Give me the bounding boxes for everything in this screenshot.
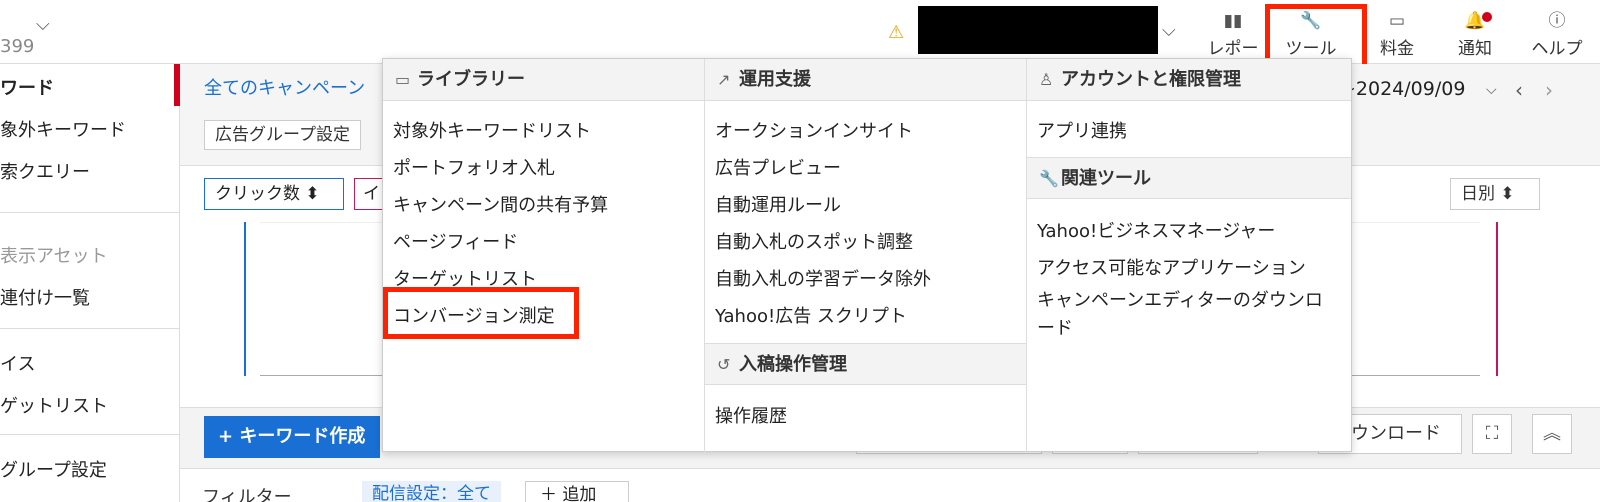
sidebar-item-devices[interactable]: イス (0, 350, 35, 376)
menu-bid-learning-exclusion[interactable]: 自動入札の学習データ除外 (715, 265, 931, 291)
redacted-user-name (918, 6, 1158, 54)
menu-operation-history[interactable]: 操作履歴 (715, 402, 787, 428)
related-tools-section-header: 🔧 関連ツール (1027, 157, 1351, 199)
metric-select-clicks[interactable]: クリック数 ⬍ (204, 178, 344, 210)
sidebar: ワード 象外キーワード 索クエリー 表示アセット 連付け一覧 イス ゲットリスト… (0, 64, 180, 502)
menu-negative-keyword-list[interactable]: 対象外キーワードリスト (393, 117, 591, 143)
menu-campaign-editor-download[interactable]: キャンペーンエディターのダウンロード (1037, 287, 1337, 343)
menu-yahoo-ads-script[interactable]: Yahoo!広告 スクリプト (715, 302, 907, 328)
menu-accessible-applications[interactable]: アクセス可能なアプリケーション (1037, 254, 1306, 280)
menu-bid-spot-adjustment[interactable]: 自動入札のスポット調整 (715, 228, 913, 254)
nav-billing-label: 料金 (1380, 39, 1414, 59)
nav-help-label: ヘルプ (1531, 39, 1583, 59)
ops-column: ↗ 運用支援 オークションインサイト 広告プレビュー 自動運用ルール 自動入札のス… (705, 59, 1027, 453)
filter-chip[interactable]: 配信設定：全て (362, 481, 501, 502)
notification-badge (1482, 12, 1492, 22)
filter-row: フィルター 配信設定：全て ＋ 追加 (180, 468, 1600, 502)
tools-dropdown-menu: ▭ ライブラリー 対象外キーワードリスト ポートフォリオ入札 キャンペーン間の共有… (382, 58, 1352, 453)
collapse-up-icon[interactable]: ︽ (1532, 414, 1572, 454)
nav-notify[interactable]: 🔔 通知 (1440, 8, 1510, 60)
line-chart-icon: ↗ (717, 70, 731, 89)
granularity-select[interactable]: 日別 ⬍ (1450, 178, 1540, 210)
menu-yahoo-business-manager[interactable]: Yahoo!ビジネスマネージャー (1037, 217, 1275, 243)
ops-section-header: ↗ 運用支援 (705, 59, 1026, 101)
menu-shared-budget[interactable]: キャンペーン間の共有予算 (393, 191, 608, 217)
filter-label[interactable]: フィルター (202, 483, 292, 502)
help-icon: ⓘ (1548, 11, 1566, 31)
sidebar-divider (0, 328, 180, 329)
menu-page-feed[interactable]: ページフィード (393, 228, 518, 254)
account-column: ♙ アカウントと権限管理 アプリ連携 🔧 関連ツール Yahoo!ビジネスマネージャ… (1027, 59, 1351, 453)
all-campaigns-link[interactable]: 全てのキャンペーン (204, 74, 365, 100)
add-filter-button[interactable]: ＋ 追加 (525, 481, 629, 502)
menu-automated-rules[interactable]: 自動運用ルール (715, 191, 841, 217)
related-title: 関連ツール (1061, 168, 1151, 189)
account-section-header: ♙ アカウントと権限管理 (1027, 59, 1351, 101)
top-bar: ⌵ 399 ⚠ ⌵ ▮▮ レポー 🔧 ツール ▭ 料金 🔔 通知 ⓘ ヘルプ (0, 0, 1600, 70)
sidebar-item-keywords[interactable]: ワード (0, 74, 54, 100)
library-section-header: ▭ ライブラリー (383, 59, 704, 101)
sidebar-item-search-queries[interactable]: 索クエリー (0, 158, 90, 184)
menu-app-integration[interactable]: アプリ連携 (1037, 117, 1127, 143)
date-prev-icon[interactable]: ‹ (1515, 78, 1523, 102)
chart-right-axis (1496, 222, 1498, 376)
credit-card-icon: ▭ (1388, 11, 1406, 31)
submission-title: 入稿操作管理 (739, 354, 847, 375)
library-column: ▭ ライブラリー 対象外キーワードリスト ポートフォリオ入札 キャンペーン間の共有… (383, 59, 705, 453)
chart-left-axis (244, 222, 246, 376)
sidebar-divider (0, 434, 180, 435)
menu-ad-preview[interactable]: 広告プレビュー (715, 154, 841, 180)
sidebar-item-target-list[interactable]: ゲットリスト (0, 392, 108, 418)
metric-select-secondary[interactable]: イ (354, 178, 384, 210)
conversion-highlight-box (383, 287, 579, 339)
account-title: アカウントと権限管理 (1061, 69, 1241, 90)
library-title: ライブラリー (417, 69, 525, 90)
create-keyword-button[interactable]: + キーワード作成 (204, 416, 380, 458)
sidebar-divider (0, 212, 180, 213)
date-range[interactable]: ~2024/09/09 (1340, 78, 1465, 100)
submission-section-header: ↺ 入稿操作管理 (705, 343, 1026, 385)
wrench-icon: 🔧 (1039, 169, 1059, 188)
person-icon: ♙ (1039, 70, 1054, 89)
menu-auction-insights[interactable]: オークションインサイト (715, 117, 913, 143)
nav-report-label: レポー (1207, 39, 1259, 59)
account-chevron-down-icon[interactable]: ⌵ (36, 14, 50, 35)
user-chevron-down-icon[interactable]: ⌵ (1162, 20, 1176, 41)
nav-billing[interactable]: ▭ 料金 (1362, 8, 1432, 60)
sidebar-item-adgroup-settings[interactable]: グループ設定 (0, 456, 107, 482)
account-number: 399 (0, 36, 35, 57)
folder-icon: ▭ (395, 70, 411, 89)
nav-notify-label: 通知 (1458, 39, 1492, 59)
menu-portfolio-bidding[interactable]: ポートフォリオ入札 (393, 154, 555, 180)
bar-chart-icon: ▮▮ (1223, 11, 1243, 31)
nav-report[interactable]: ▮▮ レポー (1198, 8, 1268, 60)
sidebar-item-associations[interactable]: 連付け一覧 (0, 284, 90, 310)
date-chevron-down-icon[interactable]: ⌵ (1486, 82, 1497, 98)
nav-help[interactable]: ⓘ ヘルプ (1522, 8, 1592, 60)
fullscreen-icon[interactable]: ⛶ (1472, 414, 1512, 454)
sidebar-item-negative-keywords[interactable]: 象外キーワード (0, 116, 126, 142)
warning-icon[interactable]: ⚠ (888, 22, 904, 43)
date-next-icon[interactable]: › (1545, 78, 1553, 102)
adgroup-settings-button[interactable]: 広告グループ設定 (204, 120, 361, 150)
history-icon: ↺ (717, 355, 731, 374)
ops-title: 運用支援 (739, 69, 811, 90)
sidebar-section-display-assets: 表示アセット (0, 246, 108, 267)
bell-icon: 🔔 (1464, 11, 1486, 31)
